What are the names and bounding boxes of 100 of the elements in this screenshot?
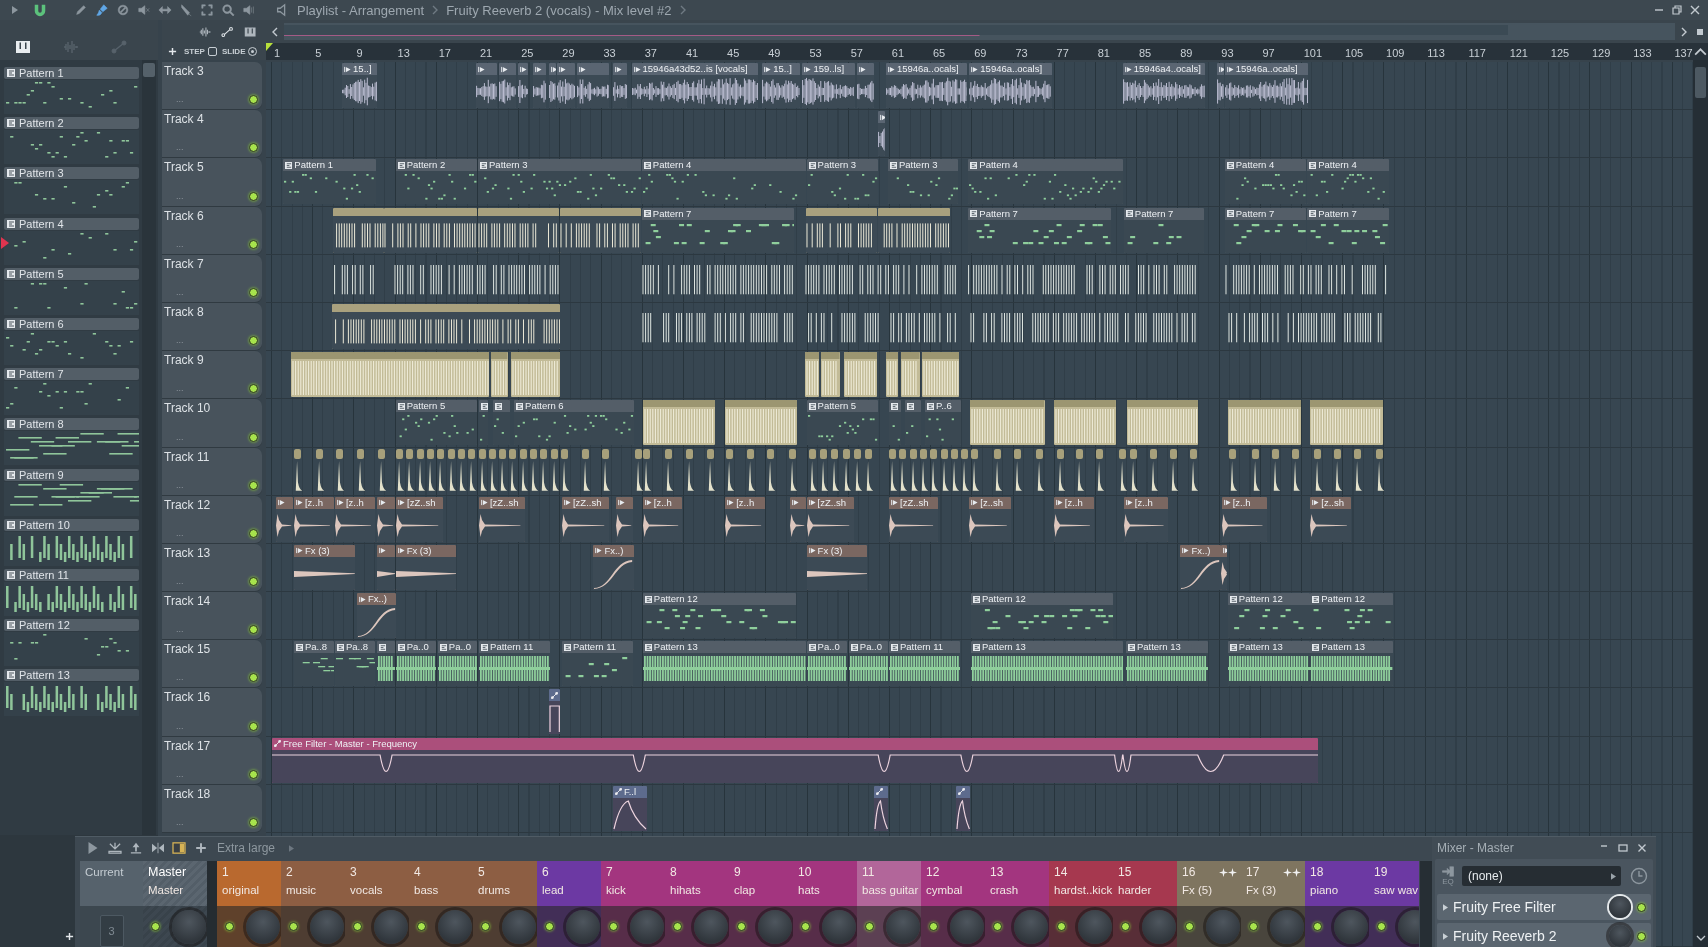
step-checkbox[interactable] bbox=[207, 47, 217, 56]
audio-clip[interactable] bbox=[519, 448, 529, 494]
audio-clip[interactable] bbox=[509, 448, 519, 494]
restore-icon[interactable] bbox=[1672, 5, 1682, 15]
pattern-clip[interactable]: Pattern 6 bbox=[514, 400, 634, 446]
pattern-clip[interactable]: Pa..0 bbox=[437, 641, 477, 687]
led-button[interactable] bbox=[249, 480, 258, 490]
automation-clip[interactable] bbox=[549, 689, 561, 735]
pattern-clip[interactable]: Pattern 7 bbox=[641, 207, 795, 253]
audio-clip[interactable] bbox=[865, 448, 875, 494]
pattern-clip[interactable] bbox=[843, 352, 877, 398]
track-header[interactable]: Track 3 ... bbox=[162, 62, 262, 111]
pattern-clip[interactable]: Pa..0 bbox=[806, 641, 847, 687]
chevron-right-icon[interactable] bbox=[1681, 26, 1687, 37]
pattern-clip[interactable] bbox=[970, 400, 1045, 446]
pattern-clip[interactable] bbox=[877, 207, 950, 253]
mixer-channel[interactable]: 11 bass guitar bbox=[857, 861, 921, 947]
mixer-channel[interactable]: 1 original bbox=[217, 861, 281, 947]
audio-clip[interactable] bbox=[427, 448, 436, 494]
led-button[interactable] bbox=[249, 577, 258, 587]
pattern-clip[interactable] bbox=[821, 352, 840, 398]
plus-icon[interactable] bbox=[193, 842, 208, 854]
led-button[interactable] bbox=[353, 922, 362, 931]
audio-clip[interactable] bbox=[576, 63, 609, 108]
track-header[interactable]: Track 6 ... bbox=[162, 206, 262, 255]
led-button[interactable] bbox=[249, 769, 258, 779]
led-button[interactable] bbox=[249, 625, 258, 635]
pattern-clip[interactable] bbox=[1310, 400, 1384, 446]
scrollbar-thumb[interactable] bbox=[1695, 67, 1706, 98]
pattern-clip[interactable]: Pattern 4 bbox=[968, 159, 1123, 205]
audio-clip[interactable] bbox=[294, 448, 303, 494]
led-button[interactable] bbox=[225, 922, 234, 931]
led-button[interactable] bbox=[417, 922, 426, 931]
audio-clip[interactable]: 15946a..ocals] bbox=[1224, 63, 1309, 108]
audio-clip[interactable] bbox=[831, 448, 841, 494]
pattern-item[interactable]: Pattern 11 bbox=[4, 568, 139, 581]
mixer-channel[interactable]: 8 hihats bbox=[665, 861, 729, 947]
audio-clip[interactable] bbox=[1056, 448, 1066, 494]
pattern-item[interactable]: Pattern 4 bbox=[4, 217, 139, 230]
pattern-clip[interactable]: Pattern 12 bbox=[642, 593, 797, 639]
track-header[interactable]: Track 11 ... bbox=[162, 447, 262, 496]
led-button[interactable] bbox=[609, 922, 618, 931]
led-button[interactable] bbox=[737, 922, 746, 931]
size-dropdown[interactable]: Extra large bbox=[217, 841, 295, 855]
pattern-clip[interactable] bbox=[377, 641, 395, 687]
led-button[interactable] bbox=[249, 721, 258, 731]
audio-clip[interactable]: [z..sh bbox=[1310, 496, 1352, 542]
magnifier-icon[interactable] bbox=[221, 3, 235, 17]
pattern-clip[interactable]: Pattern 11 bbox=[561, 641, 634, 687]
mixer-channel[interactable]: 9 clap bbox=[729, 861, 793, 947]
audio-clip[interactable] bbox=[1013, 448, 1023, 494]
led-button[interactable] bbox=[929, 922, 938, 931]
mixer-channel[interactable]: 2 music bbox=[281, 861, 345, 947]
audio-clip[interactable]: [zZ..sh bbox=[889, 496, 938, 542]
pattern-clip[interactable]: Pattern 7 bbox=[1307, 207, 1389, 253]
pattern-clip[interactable] bbox=[805, 207, 877, 253]
audio-clip[interactable] bbox=[994, 448, 1003, 494]
pattern-clip[interactable] bbox=[901, 352, 920, 398]
audio-clip[interactable] bbox=[468, 448, 477, 494]
mixer-channel[interactable]: 5 drums bbox=[473, 861, 537, 947]
led-button[interactable] bbox=[545, 922, 554, 931]
pattern-item[interactable]: Pattern 6 bbox=[4, 317, 139, 330]
close-icon[interactable] bbox=[1690, 5, 1700, 15]
track-header[interactable]: Track 15 ... bbox=[162, 640, 262, 689]
audio-clip[interactable]: [z..h bbox=[1123, 496, 1168, 542]
mixer-channel[interactable]: 15 harder bbox=[1113, 861, 1177, 947]
audio-clip[interactable] bbox=[478, 448, 488, 494]
pattern-item[interactable]: Pattern 1 bbox=[4, 67, 139, 79]
audio-clip[interactable]: [z..h bbox=[334, 496, 375, 542]
track-header[interactable]: Track 10 ... bbox=[162, 399, 262, 448]
pattern-clip[interactable]: Pattern 4 bbox=[641, 159, 806, 205]
audio-clip[interactable] bbox=[518, 63, 529, 108]
pattern-item[interactable]: Pattern 5 bbox=[4, 267, 139, 280]
audio-clip[interactable]: [z..h bbox=[725, 496, 766, 542]
effect-slot[interactable]: Fruity Reeverb 2 bbox=[1437, 923, 1651, 947]
audio-clip[interactable]: [zZ..sh bbox=[561, 496, 609, 542]
audio-clip[interactable]: [z..h bbox=[1221, 496, 1267, 542]
pattern-clip[interactable]: Pa..0 bbox=[848, 641, 888, 687]
track-header[interactable]: Track 8 ... bbox=[162, 302, 262, 352]
mixer-channel[interactable]: 17 Fx (3) bbox=[1241, 861, 1305, 947]
audio-clip[interactable] bbox=[499, 448, 508, 494]
mixer-channel[interactable]: 7 kick bbox=[601, 861, 665, 947]
led-button[interactable] bbox=[673, 922, 682, 931]
pattern-clip[interactable]: Pattern 11 bbox=[889, 641, 961, 687]
pattern-clip[interactable]: Pattern 4 bbox=[1224, 159, 1307, 205]
pattern-clip[interactable]: Pattern 3 bbox=[887, 159, 958, 205]
square-icon[interactable] bbox=[1697, 28, 1703, 35]
audio-clip[interactable]: [z..sh bbox=[969, 496, 1012, 542]
pattern-clip[interactable] bbox=[331, 303, 561, 349]
audio-clip[interactable] bbox=[560, 448, 570, 494]
mixer-channel[interactable]: 13 crash bbox=[985, 861, 1049, 947]
led-button[interactable] bbox=[289, 922, 298, 931]
audio-clip[interactable]: Fx..) bbox=[593, 544, 634, 590]
led-button[interactable] bbox=[249, 384, 258, 394]
audio-clip[interactable] bbox=[726, 448, 735, 494]
audio-clip[interactable]: [z..h bbox=[1053, 496, 1094, 542]
audio-clip[interactable]: [zZ..sh bbox=[806, 496, 854, 542]
pattern-clip[interactable]: Pattern 1 bbox=[283, 159, 377, 205]
led-button[interactable] bbox=[1121, 922, 1130, 931]
audio-clip[interactable] bbox=[612, 63, 628, 108]
